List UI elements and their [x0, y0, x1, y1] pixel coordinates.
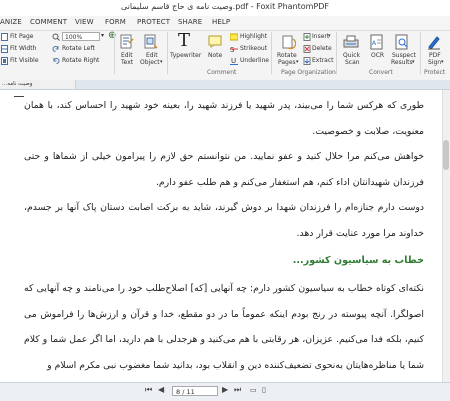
delete-button[interactable]: Delete	[312, 45, 332, 52]
ocr-icon: A	[370, 34, 383, 50]
edit-text-icon	[120, 34, 134, 49]
ocr-button[interactable]: OCR	[371, 52, 384, 59]
fit-width-icon	[1, 45, 8, 53]
rotate-pages-icon	[282, 35, 296, 50]
highlight-icon	[230, 33, 238, 41]
quick-scan-label-1[interactable]: Quick	[343, 52, 360, 59]
fit-width-button[interactable]: Fit Width	[10, 45, 36, 52]
underline-button[interactable]: Underline	[240, 57, 269, 64]
menu-organize[interactable]: ANIZE	[0, 18, 22, 26]
menu-share[interactable]: SHARE	[178, 18, 202, 26]
note-button[interactable]: Note	[208, 52, 222, 59]
rotate-right-button[interactable]: Rotate Right	[53, 57, 99, 64]
group-label-convert: Convert	[369, 69, 393, 76]
extract-icon	[303, 57, 311, 65]
insert-dropdown-icon[interactable]: ▾	[328, 33, 331, 39]
page-number-input[interactable]: 8 / 11	[172, 386, 218, 396]
highlight-button[interactable]: Highlight	[240, 33, 267, 40]
menu-bar: ANIZE COMMENT VIEW FORM PROTECT SHARE HE…	[0, 16, 450, 30]
page-edge-mark	[14, 96, 24, 97]
suspect-results-icon	[395, 34, 408, 50]
continuous-view-icon[interactable]: ▯	[262, 386, 266, 394]
window-title: وصیت نامه ی حاج قاسم سلیمانی.pdf - Foxit…	[120, 2, 330, 11]
menu-protect[interactable]: PROTECT	[137, 18, 170, 26]
pdf-sign-dropdown-icon[interactable]: ▾	[441, 59, 444, 65]
next-page-icon[interactable]: ▶	[222, 385, 228, 394]
fit-page-icon	[1, 33, 8, 41]
typewriter-icon: T	[178, 30, 191, 51]
group-label-comment: Comment	[207, 69, 237, 76]
last-page-icon[interactable]: ⏭	[234, 385, 241, 395]
rotate-pages-dropdown-icon[interactable]: ▾	[296, 59, 299, 65]
ribbon-separator	[271, 32, 272, 74]
note-icon	[208, 35, 222, 48]
rotate-left-button[interactable]: Rotate Left	[53, 45, 95, 52]
section-heading: خطاب به سیاسیون کشور...	[292, 255, 424, 266]
vertical-scrollbar[interactable]	[442, 90, 450, 382]
ribbon-separator	[336, 32, 337, 74]
edit-text-label-1[interactable]: Edit	[121, 52, 133, 59]
rotate-pages-label-1[interactable]: Rotate	[277, 52, 297, 59]
pdf-sign-icon	[428, 36, 440, 50]
group-label-page-organization: Page Organization	[281, 69, 336, 76]
insert-icon	[303, 33, 311, 41]
zoom-in-icon[interactable]: ⊕	[108, 30, 116, 41]
menu-comment[interactable]: COMMENT	[30, 18, 67, 26]
svg-text:U: U	[231, 57, 236, 65]
paragraph: دوست دارم جنازه‌ام را فرزندان شهدا بر دو…	[24, 202, 424, 239]
document-tab-label: ...وصیت نامه	[2, 81, 33, 87]
fit-visible-icon	[1, 57, 8, 65]
edit-object-label-1[interactable]: Edit	[146, 52, 158, 59]
zoom-dropdown-icon[interactable]: ▾	[101, 32, 104, 39]
fit-page-button[interactable]: Fit Page	[10, 33, 33, 40]
scrollbar-thumb[interactable]	[443, 140, 449, 170]
paragraph: نکته‌ای کوتاه خطاب به سیاسیون کشور دارم:…	[24, 283, 424, 371]
edit-text-label-2[interactable]: Text	[121, 59, 133, 66]
page-view-icon[interactable]: ▭	[250, 386, 257, 394]
menu-form[interactable]: FORM	[105, 18, 126, 26]
edit-object-icon	[144, 34, 158, 49]
rotate-pages-label-2[interactable]: Pages	[278, 59, 296, 66]
extract-button[interactable]: Extract	[312, 57, 334, 64]
quick-scan-icon	[343, 35, 359, 48]
menu-help[interactable]: HELP	[212, 18, 230, 26]
quick-scan-label-2[interactable]: Scan	[345, 59, 360, 66]
ribbon-separator	[114, 32, 115, 74]
group-label-protect: Protect	[424, 69, 446, 76]
zoom-icon	[52, 33, 60, 41]
previous-page-icon[interactable]: ◀	[158, 385, 164, 394]
insert-button[interactable]: Insert	[312, 33, 329, 40]
strikeout-icon: S	[230, 46, 238, 53]
delete-icon	[303, 45, 311, 53]
underline-icon: U	[230, 57, 238, 65]
pdf-sign-label-1[interactable]: PDF	[429, 52, 441, 59]
typewriter-button[interactable]: Typewriter	[170, 52, 201, 59]
menu-view[interactable]: VIEW	[75, 18, 94, 26]
edit-object-label-2[interactable]: Object	[140, 59, 160, 66]
paragraph: خواهش می‌کنم مرا حلال کنید و عفو نمایید.…	[24, 151, 424, 188]
ribbon-separator	[420, 32, 421, 74]
pdf-sign-label-2[interactable]: Sign	[428, 59, 441, 66]
ribbon-separator	[167, 32, 168, 74]
edit-object-dropdown-icon[interactable]: ▾	[160, 59, 163, 65]
fit-visible-button[interactable]: Fit Visible	[10, 57, 39, 64]
suspect-results-label-1[interactable]: Suspect	[392, 52, 416, 59]
zoom-input[interactable]: 100%	[62, 32, 100, 41]
suspect-results-dropdown-icon[interactable]: ▾	[412, 59, 415, 65]
strikeout-button[interactable]: Strikeout	[240, 45, 267, 52]
paragraph: طوری که هرکس شما را می‌بیند، پدر شهید یا…	[24, 100, 424, 137]
suspect-results-label-2[interactable]: Results	[391, 59, 413, 66]
first-page-icon[interactable]: ⏮	[145, 385, 152, 395]
